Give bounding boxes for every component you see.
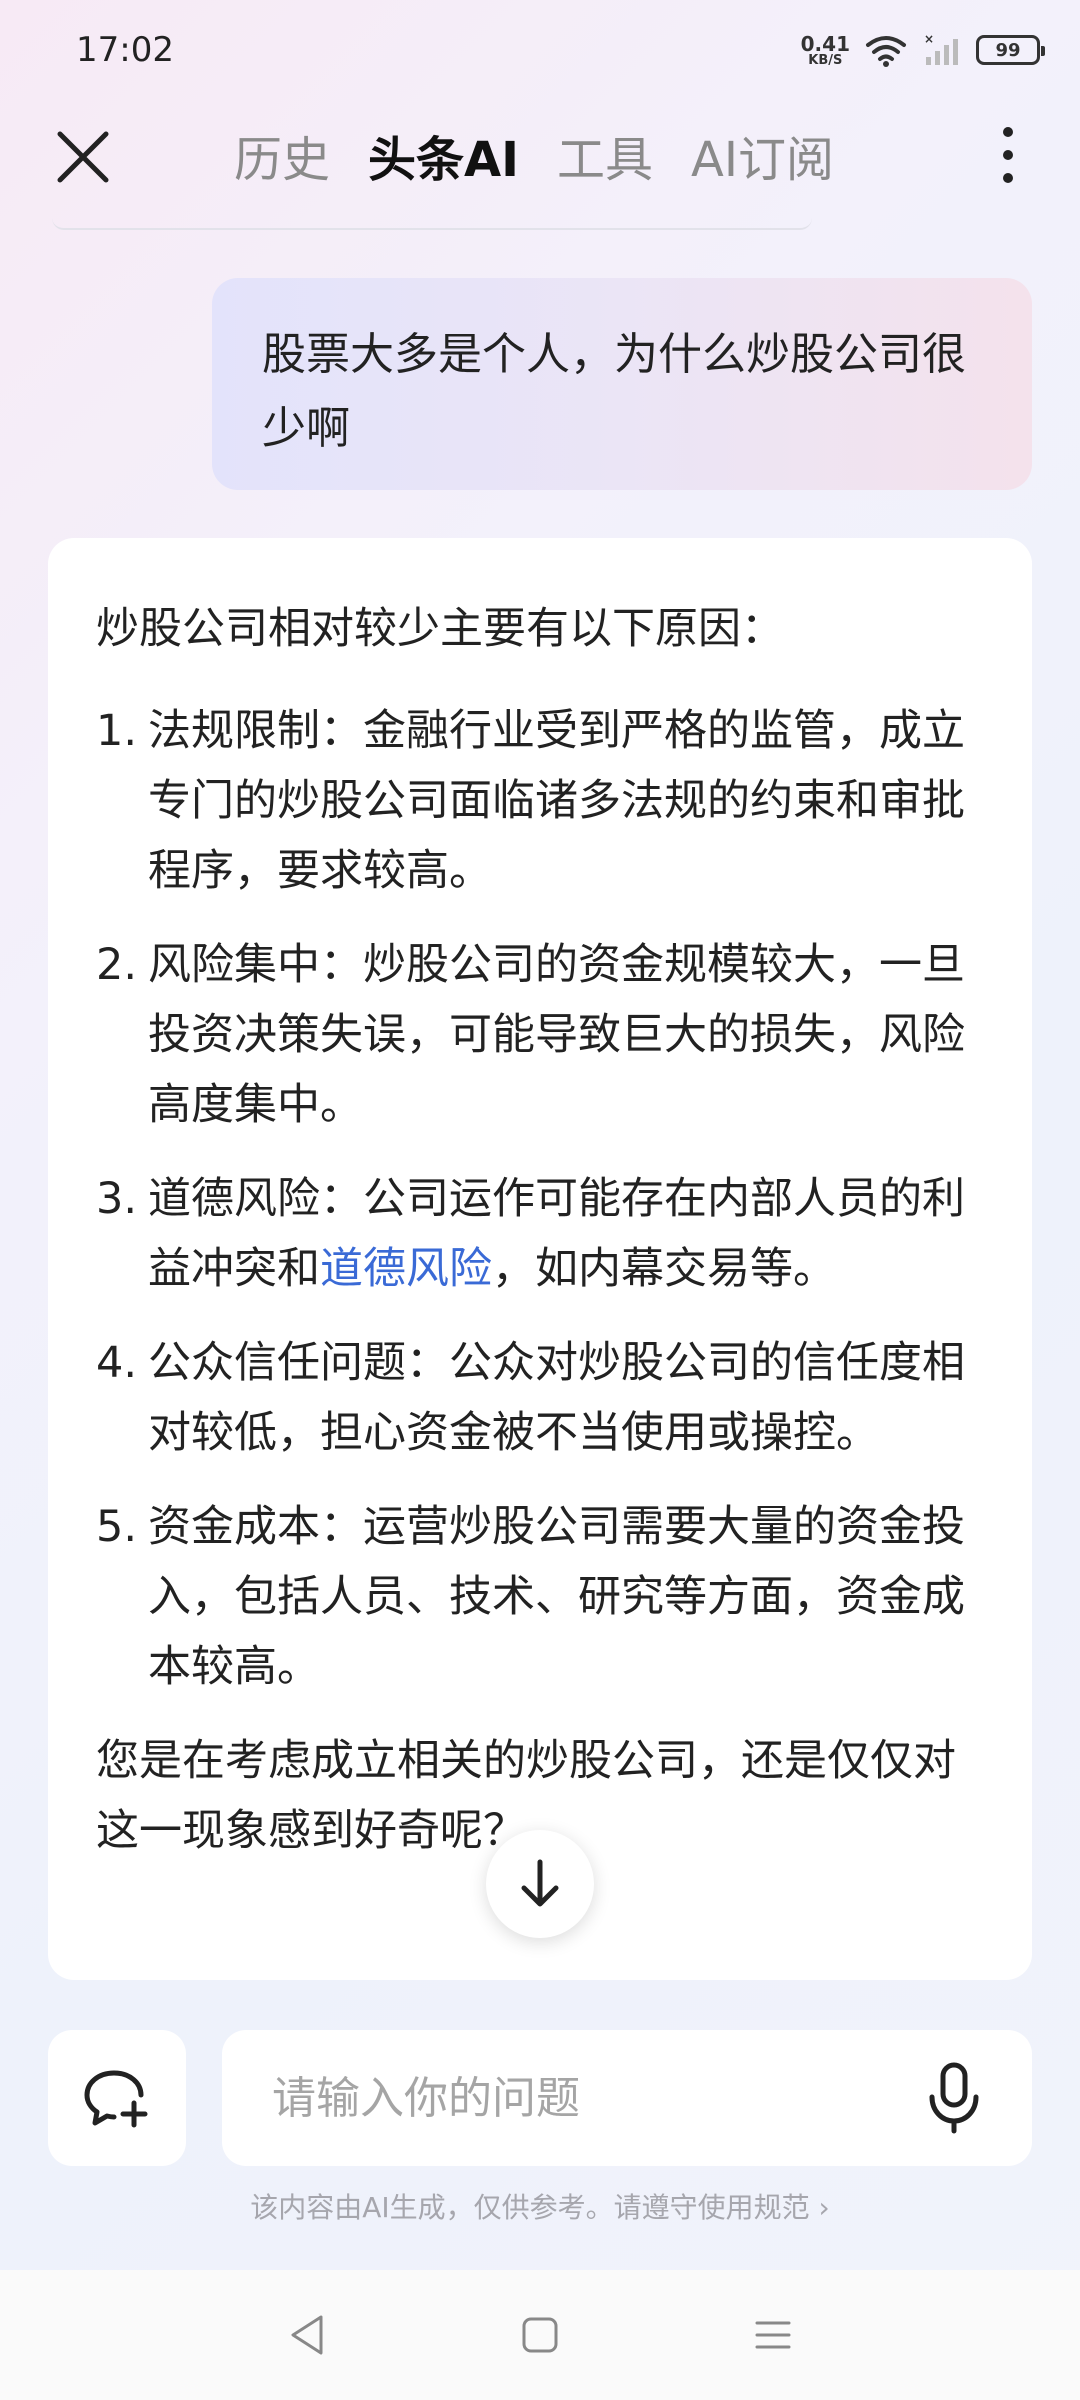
- list-item-number: 3.: [96, 1174, 138, 1224]
- list-item-text-after-link: ，如内幕交易等。: [492, 1244, 836, 1294]
- list-item-number: 2.: [96, 940, 138, 990]
- tab-ai-subscription[interactable]: AI订阅: [691, 120, 834, 190]
- answer-list-item: 4. 公众信任问题：公众对炒股公司的信任度相对较低，担心资金被不当使用或操控。: [96, 1328, 984, 1468]
- menu-lines-icon: [755, 2321, 791, 2349]
- recents-button[interactable]: [748, 2310, 798, 2360]
- list-item-number: 4.: [96, 1338, 138, 1388]
- signal-icon: ×: [924, 33, 958, 65]
- home-button[interactable]: [515, 2310, 565, 2360]
- arrow-down-icon: [521, 1859, 559, 1907]
- close-button[interactable]: [54, 128, 112, 186]
- status-bar: 17:02 0.41 KB/S × 99: [0, 0, 1080, 100]
- more-vertical-icon: [1003, 127, 1013, 183]
- close-icon: [57, 131, 109, 183]
- list-item-text: 资金成本：运营炒股公司需要大量的资金投入，包括人员、技术、研究等方面，资金成本较…: [148, 1502, 965, 1692]
- question-input[interactable]: [272, 2072, 926, 2124]
- ai-answer-card: 炒股公司相对较少主要有以下原因： 1. 法规限制：金融行业受到严格的监管，成立专…: [48, 538, 1032, 1980]
- svg-text:×: ×: [924, 33, 934, 46]
- previous-message-edge: [52, 218, 812, 230]
- user-message-text: 股票大多是个人，为什么炒股公司很少啊: [262, 329, 966, 454]
- status-time: 17:02: [76, 30, 174, 70]
- voice-input-button[interactable]: [926, 2061, 982, 2135]
- top-navigation: 历史 头条AI 工具 AI订阅: [0, 110, 1080, 200]
- scroll-to-bottom-button[interactable]: [486, 1830, 594, 1938]
- question-input-container: [222, 2030, 1032, 2166]
- list-item-number: 5.: [96, 1502, 138, 1552]
- disclaimer-text: 该内容由AI生成，仅供参考。请遵守: [250, 2191, 698, 2224]
- list-item-text: 法规限制：金融行业受到严格的监管，成立专门的炒股公司面临诸多法规的约束和审批程序…: [148, 706, 965, 896]
- answer-list-item: 1. 法规限制：金融行业受到严格的监管，成立专门的炒股公司面临诸多法规的约束和审…: [96, 696, 984, 906]
- answer-list-item: 5. 资金成本：运营炒股公司需要大量的资金投入，包括人员、技术、研究等方面，资金…: [96, 1492, 984, 1702]
- microphone-icon: [929, 2062, 979, 2134]
- battery-level: 99: [995, 39, 1021, 61]
- wifi-icon: [866, 36, 906, 67]
- user-message-bubble: 股票大多是个人，为什么炒股公司很少啊: [212, 278, 1032, 490]
- ai-disclaimer: 该内容由AI生成，仅供参考。请遵守使用规范 ›: [0, 2186, 1080, 2226]
- back-button[interactable]: [282, 2310, 332, 2360]
- answer-intro: 炒股公司相对较少主要有以下原因：: [96, 604, 784, 654]
- back-triangle-icon: [291, 2315, 323, 2355]
- battery-icon: 99: [976, 35, 1045, 65]
- list-item-text: 道德风险：公司运作可能存在内部人员的利益冲突和道德风险，如内幕交易等。: [148, 1164, 984, 1304]
- network-speed: 0.41 KB/S: [801, 34, 850, 67]
- new-chat-button[interactable]: [48, 2030, 186, 2166]
- usage-rules-link[interactable]: 使用规范 ›: [698, 2191, 830, 2224]
- list-item-number: 1.: [96, 706, 138, 756]
- list-item-text: 风险集中：炒股公司的资金规模较大，一旦投资决策失误，可能导致巨大的损失，风险高度…: [148, 940, 965, 1130]
- status-icons: 0.41 KB/S × 99: [801, 33, 1045, 67]
- answer-list-item: 2. 风险集中：炒股公司的资金规模较大，一旦投资决策失误，可能导致巨大的损失，风…: [96, 930, 984, 1140]
- new-chat-icon: [84, 2070, 148, 2128]
- network-speed-unit: KB/S: [808, 52, 843, 68]
- system-navigation-bar: [0, 2270, 1080, 2400]
- tab-history[interactable]: 历史: [234, 120, 330, 190]
- tab-bar: 历史 头条AI 工具 AI订阅: [234, 110, 834, 200]
- moral-risk-link[interactable]: 道德风险: [320, 1244, 492, 1294]
- more-button[interactable]: [998, 122, 1018, 188]
- network-speed-value: 0.41: [800, 31, 850, 56]
- list-item-text: 公众信任问题：公众对炒股公司的信任度相对较低，担心资金被不当使用或操控。: [148, 1338, 965, 1458]
- tab-toutiao-ai[interactable]: 头条AI: [368, 120, 519, 190]
- home-square-icon: [522, 2317, 558, 2353]
- answer-list-item: 3. 道德风险：公司运作可能存在内部人员的利益冲突和道德风险，如内幕交易等。: [96, 1164, 984, 1304]
- tab-tools[interactable]: 工具: [557, 120, 653, 190]
